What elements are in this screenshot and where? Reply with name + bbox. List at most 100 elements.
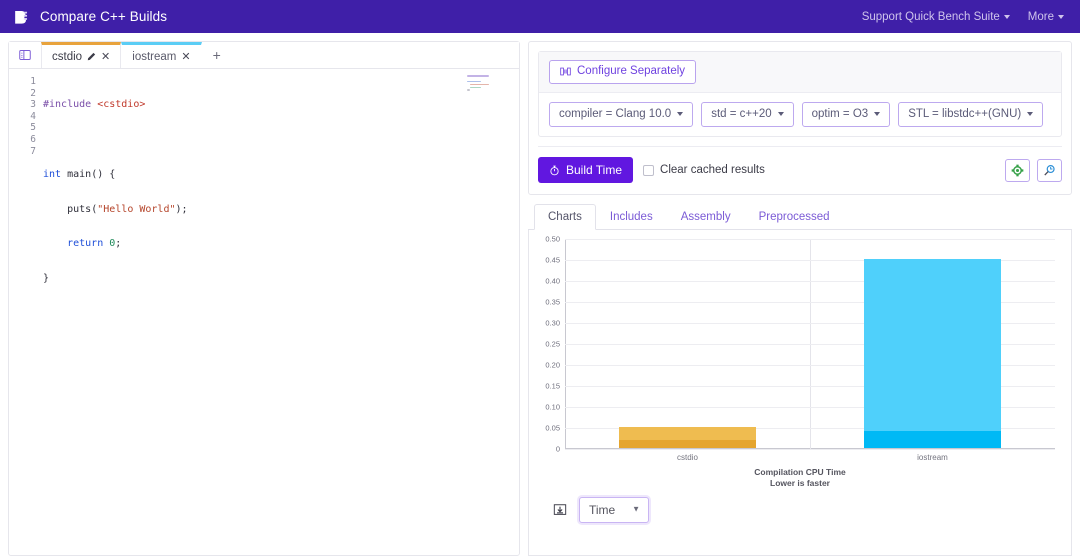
compiler-explorer-icon: [1011, 164, 1024, 177]
tab-assembly[interactable]: Assembly: [667, 204, 745, 230]
pencil-icon[interactable]: [87, 52, 96, 61]
config-section: Configure Separately compiler = Clang 10…: [529, 42, 1071, 146]
page-body: cstdio ✕ iostream ✕ + 1 2 3 4 5 6 7: [0, 33, 1080, 556]
add-tab-button[interactable]: +: [202, 42, 232, 68]
code-line: puts("Hello World");: [43, 204, 519, 216]
y-tick-label: 0.10: [545, 403, 560, 412]
bar-segment-total: [619, 427, 756, 440]
chart-title-block: Compilation CPU Time Lower is faster: [539, 467, 1061, 489]
quick-bench-button[interactable]: [1037, 159, 1062, 182]
editor-tabbar: cstdio ✕ iostream ✕ +: [9, 42, 519, 69]
caret-down-icon: [1058, 15, 1064, 19]
panel-toggle-icon[interactable]: [9, 42, 41, 68]
x-tick-label: cstdio: [677, 453, 698, 462]
download-icon[interactable]: [553, 503, 567, 517]
caret-down-icon: [1027, 112, 1033, 116]
metric-select[interactable]: TimeMemory: [579, 497, 649, 523]
y-tick-label: 0.25: [545, 340, 560, 349]
editor-tab-label: iostream: [132, 51, 176, 63]
nav-label: More: [1028, 11, 1054, 23]
editor-tab-iostream[interactable]: iostream ✕: [121, 42, 201, 68]
brand-title: Compare C++ Builds: [40, 9, 167, 24]
split-columns-icon: [560, 66, 571, 77]
y-tick-label: 0.05: [545, 424, 560, 433]
nav-more[interactable]: More: [1028, 11, 1064, 23]
editor-tab-cstdio[interactable]: cstdio ✕: [41, 42, 121, 68]
y-tick-label: 0.20: [545, 361, 560, 370]
bar-iostream[interactable]: [864, 259, 1001, 448]
tab-charts[interactable]: Charts: [534, 204, 596, 230]
compiler-dropdown-label: compiler = Clang 10.0: [559, 109, 671, 121]
build-bench-logo-icon: [12, 7, 31, 26]
close-icon[interactable]: ✕: [181, 50, 190, 63]
clear-cached-results-label: Clear cached results: [660, 164, 765, 176]
editor-tab-label: cstdio: [52, 51, 82, 63]
panel-toggle-glyph: [19, 49, 31, 61]
clear-cached-results-checkbox[interactable]: Clear cached results: [643, 164, 765, 176]
line-number: 4: [9, 111, 36, 123]
tab-preprocessed[interactable]: Preprocessed: [745, 204, 844, 230]
gridline: [565, 239, 1055, 240]
chart-panel: 00.050.100.150.200.250.300.350.400.450.5…: [528, 230, 1072, 556]
close-icon[interactable]: ✕: [101, 50, 110, 63]
code-line: }: [43, 273, 519, 285]
configure-separately-button[interactable]: Configure Separately: [549, 60, 696, 84]
code-line: int main() {: [43, 169, 519, 181]
bar-segment-base: [619, 440, 756, 448]
optim-dropdown-label: optim = O3: [812, 109, 869, 121]
caret-down-icon: [677, 112, 683, 116]
action-row: Build Time Clear cached results: [529, 147, 1071, 194]
line-number: 2: [9, 88, 36, 100]
x-tick-label: iostream: [917, 453, 948, 462]
y-tick-label: 0.15: [545, 382, 560, 391]
code-editor-panel: cstdio ✕ iostream ✕ + 1 2 3 4 5 6 7: [8, 41, 520, 556]
right-column: Configure Separately compiler = Clang 10…: [528, 41, 1072, 556]
config-dropdowns-row: compiler = Clang 10.0 std = c++20 optim …: [539, 93, 1061, 137]
tab-includes[interactable]: Includes: [596, 204, 667, 230]
metric-select-wrapper: TimeMemory ▼: [579, 497, 649, 523]
configure-separately-row: Configure Separately: [539, 52, 1061, 93]
caret-down-icon: [778, 112, 784, 116]
caret-down-icon: [1004, 15, 1010, 19]
results-tabs: Charts Includes Assembly Preprocessed: [528, 203, 1072, 230]
code-line: #include <cstdio>: [43, 99, 519, 111]
brand[interactable]: Compare C++ Builds: [12, 7, 167, 26]
code-line: [43, 308, 519, 320]
y-tick-label: 0.35: [545, 298, 560, 307]
line-number: 3: [9, 99, 36, 111]
y-tick-label: 0.50: [545, 235, 560, 244]
top-navbar: Compare C++ Builds Support Quick Bench S…: [0, 0, 1080, 33]
bar-chart: 00.050.100.150.200.250.300.350.400.450.5…: [565, 239, 1055, 449]
results-card: Charts Includes Assembly Preprocessed 00…: [528, 203, 1072, 556]
compiler-dropdown[interactable]: compiler = Clang 10.0: [549, 102, 693, 128]
code-area[interactable]: 1 2 3 4 5 6 7 #include <cstdio> int main…: [9, 69, 519, 555]
optim-dropdown[interactable]: optim = O3: [802, 102, 891, 128]
std-dropdown[interactable]: std = c++20: [701, 102, 793, 128]
compiler-explorer-button[interactable]: [1005, 159, 1030, 182]
code-minimap-icon: [467, 75, 489, 91]
line-number: 1: [9, 76, 36, 88]
download-glyph: [553, 503, 567, 517]
bar-segment-base: [864, 431, 1001, 448]
line-number: 5: [9, 122, 36, 134]
config-inner: Configure Separately compiler = Clang 10…: [538, 51, 1062, 137]
y-tick-label: 0.45: [545, 256, 560, 265]
nav-links: Support Quick Bench Suite More: [862, 11, 1068, 23]
code-line: [43, 134, 519, 146]
chart-title: Compilation CPU Time: [539, 467, 1061, 478]
y-tick-label: 0: [556, 445, 560, 454]
line-number: 6: [9, 134, 36, 146]
checkbox-box[interactable]: [643, 165, 654, 176]
nav-support-quick-bench-suite[interactable]: Support Quick Bench Suite: [862, 11, 1010, 23]
std-dropdown-label: std = c++20: [711, 109, 771, 121]
y-tick-label: 0.30: [545, 319, 560, 328]
build-time-label: Build Time: [566, 164, 622, 176]
build-config-card: Configure Separately compiler = Clang 10…: [528, 41, 1072, 195]
nav-label: Support Quick Bench Suite: [862, 11, 1000, 23]
build-time-button[interactable]: Build Time: [538, 157, 633, 183]
code-text[interactable]: #include <cstdio> int main() { puts("Hel…: [43, 74, 519, 555]
quick-bench-icon: [1043, 164, 1056, 177]
bar-cstdio[interactable]: [619, 427, 756, 448]
stl-dropdown[interactable]: STL = libstdc++(GNU): [898, 102, 1043, 128]
chart-subtitle: Lower is faster: [539, 478, 1061, 489]
